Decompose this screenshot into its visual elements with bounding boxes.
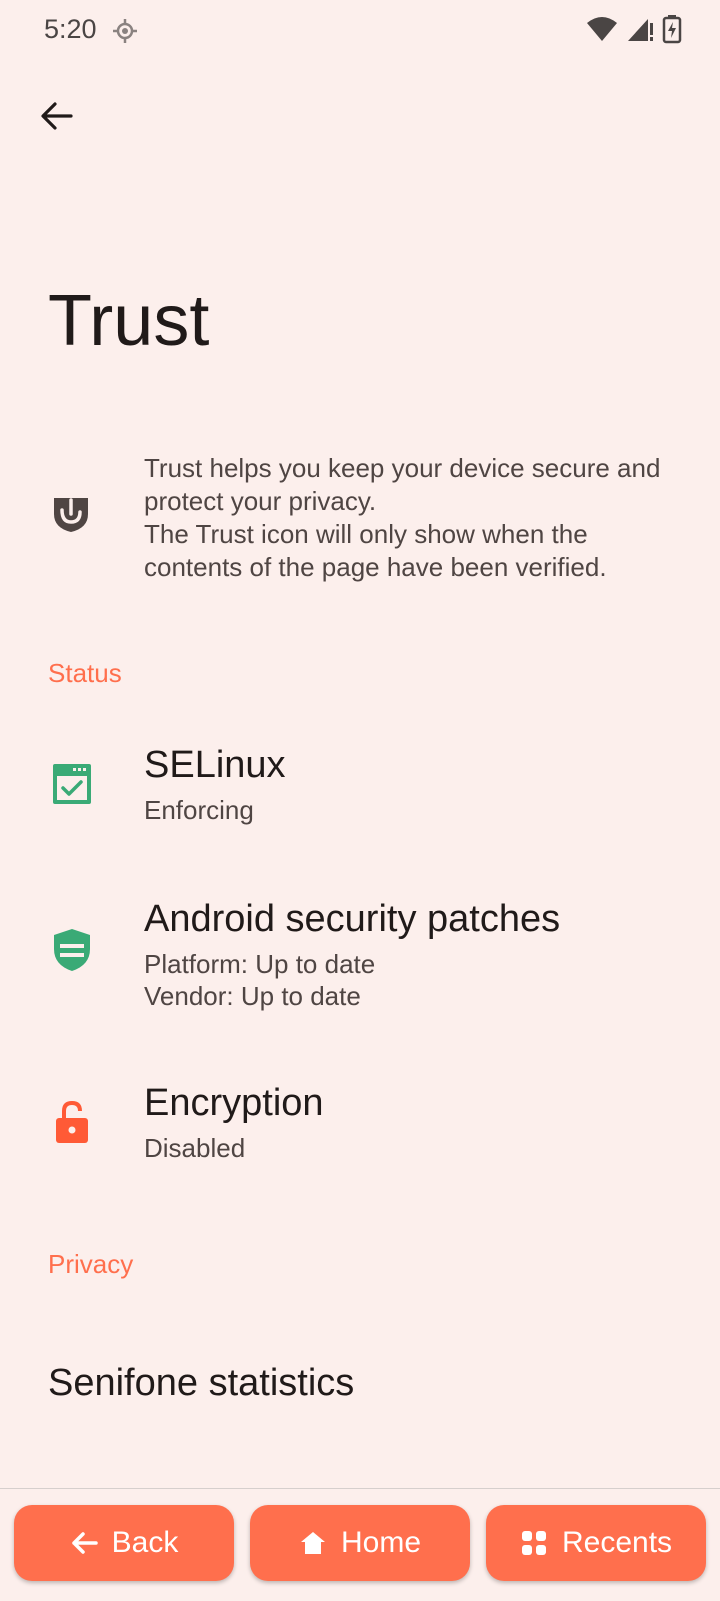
selinux-title: SELinux	[144, 744, 286, 786]
wifi-icon	[587, 17, 617, 41]
intro-line-1: Trust helps you keep your device secure …	[144, 453, 661, 516]
arrow-back-icon	[41, 102, 73, 130]
intro-line-2: The Trust icon will only show when the c…	[144, 519, 607, 582]
nav-back-button[interactable]: Back	[14, 1505, 234, 1581]
nav-home-label: Home	[340, 1526, 422, 1559]
home-icon	[300, 1532, 325, 1554]
nav-home-button[interactable]: Home	[250, 1505, 470, 1581]
nav-recents-button[interactable]: Recents	[486, 1505, 706, 1581]
bottom-nav-bar: Back Home Recents	[0, 1488, 720, 1601]
arrow-back-icon	[71, 1532, 98, 1554]
selinux-window-check-icon	[48, 760, 96, 808]
statistics-item[interactable]: Senifone statistics	[48, 1362, 354, 1405]
security-patches-item[interactable]: Android security patches Platform: Up to…	[0, 880, 720, 1030]
open-lock-icon	[48, 1098, 96, 1146]
encryption-item[interactable]: Encryption Disabled	[0, 1068, 720, 1188]
nav-back-label: Back	[111, 1526, 179, 1559]
nav-recents-label: Recents	[561, 1526, 673, 1559]
vendor-patch-status: Vendor: Up to date	[144, 981, 361, 1011]
platform-patch-status: Platform: Up to date	[144, 949, 376, 979]
shield-icon	[48, 926, 96, 974]
recents-grid-icon	[521, 1531, 546, 1555]
section-header-privacy: Privacy	[48, 1249, 134, 1279]
battery-charging-icon	[662, 15, 682, 44]
intro-text: Trust helps you keep your device secure …	[144, 452, 664, 584]
security-patches-title: Android security patches	[144, 898, 561, 940]
signal-icon	[628, 19, 653, 41]
back-arrow-button[interactable]	[32, 92, 80, 140]
encryption-status: Disabled	[144, 1133, 246, 1163]
page-title: Trust	[48, 281, 210, 361]
location-icon	[113, 19, 137, 43]
selinux-item[interactable]: SELinux Enforcing	[0, 730, 720, 850]
trust-icon	[54, 498, 88, 532]
encryption-title: Encryption	[144, 1082, 324, 1124]
status-time: 5:20	[44, 14, 97, 44]
status-bar: 5:20	[0, 0, 720, 64]
section-header-status: Status	[48, 658, 122, 688]
selinux-status: Enforcing	[144, 795, 254, 825]
